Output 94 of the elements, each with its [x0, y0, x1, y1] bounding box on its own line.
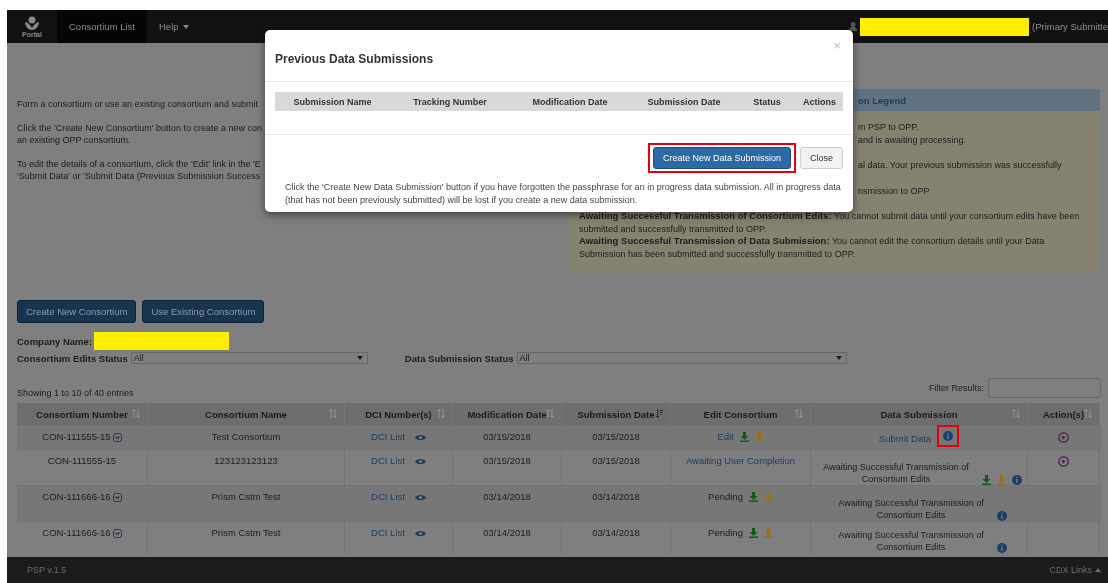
play-circle-icon[interactable]: [1058, 456, 1069, 467]
nav-tab[interactable]: Help: [147, 10, 201, 43]
legend-title: on Legend: [858, 94, 907, 106]
date-text: 03/14/2018: [483, 527, 531, 538]
column-header[interactable]: Modification Date: [510, 96, 630, 107]
eye-icon[interactable]: [414, 494, 426, 501]
date-text: 03/14/2018: [592, 491, 640, 502]
nav-tab[interactable]: Consortium List: [57, 10, 147, 43]
legend-entry: Awaiting Successful Transmission of Data Submission: You cannot edit the consortium details until your Data Submission has been submitted and successfully transmitted to OPP.: [579, 235, 1046, 260]
column-header[interactable]: Submission Date: [562, 403, 671, 425]
date-text: 03/14/2018: [483, 491, 531, 502]
modal-note: Click the 'Create New Data Submission' button if you have forgotten the passphrase for an in progress data submission. All in progress data (that has not been previously submitted) will be lost if you create a new data submission.: [285, 181, 842, 206]
info-icon[interactable]: [997, 511, 1007, 521]
dci-list-link[interactable]: DCI List: [371, 527, 405, 538]
intro-text: To edit the details of a consortium, click the 'Edit' link in the 'E: [17, 157, 261, 170]
eye-icon[interactable]: [414, 458, 426, 465]
column-header[interactable]: Action(s): [1028, 403, 1100, 425]
eye-icon[interactable]: [414, 434, 426, 441]
column-header[interactable]: Submission Name: [275, 96, 390, 107]
status-dropdown[interactable]: All: [130, 352, 368, 364]
caret-icon: [356, 356, 363, 360]
caret-icon: [1095, 568, 1101, 572]
consortium-name: Test Consortium: [211, 431, 281, 442]
status-dropdown[interactable]: All: [516, 352, 847, 364]
filter-label: Consortium Edits Status: [17, 352, 128, 364]
chevron-square-icon[interactable]: [112, 433, 122, 442]
legend-text: and is awaiting processing.: [858, 133, 967, 146]
dci-list-link[interactable]: DCI List: [371, 491, 405, 502]
status-text: Pending: [708, 527, 743, 538]
action-button[interactable]: Use Existing Consortium: [142, 300, 265, 323]
download-icon[interactable]: [739, 432, 749, 443]
status-text: Awaiting Successful Transmission of Consortium Edits: [822, 461, 970, 485]
column-header[interactable]: Edit Consortium: [671, 403, 811, 425]
column-header[interactable]: Submission Date: [630, 96, 738, 107]
column-header[interactable]: Actions: [796, 96, 843, 107]
status-text: Awaiting Successful Transmission of Consortium Edits: [837, 529, 985, 553]
caret-icon: [835, 356, 842, 360]
edit-link[interactable]: Awaiting User Completion: [685, 455, 796, 466]
version-text: PSP v.1.5: [27, 565, 67, 575]
date-text: 03/15/2018: [483, 431, 531, 442]
status-text: Pending: [708, 491, 743, 502]
consortium-number: CON-111555-15: [47, 455, 117, 466]
action-button[interactable]: Create New Consortium: [17, 300, 137, 323]
column-header[interactable]: Data Submission: [811, 403, 1028, 425]
modal-title: Previous Data Submissions: [275, 51, 434, 66]
column-header[interactable]: Consortium Number: [17, 403, 148, 425]
download-icon[interactable]: [748, 528, 758, 539]
download-icon[interactable]: [982, 475, 991, 485]
user-icon: [849, 22, 857, 31]
column-header[interactable]: Status: [738, 96, 796, 107]
consortium-name: 123123123123: [214, 455, 278, 466]
consortium-number: CON-111555-15: [42, 431, 111, 442]
info-icon[interactable]: [937, 425, 960, 447]
close-button[interactable]: Close: [800, 147, 843, 169]
column-header[interactable]: DCI Number(s): [345, 403, 453, 425]
logo-icon: [24, 15, 40, 30]
intro-text: an existing OPP consortium.: [17, 134, 131, 147]
date-text: 03/15/2018: [592, 455, 640, 466]
submit-data-link[interactable]: Submit Data: [878, 432, 932, 444]
column-header[interactable]: Consortium Name: [148, 403, 345, 425]
filter-label: Filter Results:: [929, 383, 984, 393]
legend-text: nsmission to OPP: [858, 184, 930, 197]
column-header[interactable]: Modification Date: [453, 403, 562, 425]
user-role[interactable]: (Primary Submitte: [1032, 21, 1108, 32]
company-name-label: Company Name:: [17, 335, 92, 347]
date-text: 03/14/2018: [592, 527, 640, 538]
chevron-square-icon[interactable]: [112, 493, 122, 502]
entries-info: Showing 1 to 10 of 40 entries: [17, 388, 134, 398]
chevron-square-icon[interactable]: [112, 529, 122, 538]
consortium-number: CON-111666-16: [42, 491, 111, 502]
eye-icon[interactable]: [414, 530, 426, 537]
play-circle-icon[interactable]: [1058, 432, 1069, 443]
intro-text: Form a consortium or use an existing consortium and submit: [17, 98, 259, 111]
column-header[interactable]: Tracking Number: [390, 96, 510, 107]
edit-link[interactable]: Edit: [717, 431, 734, 442]
download-icon[interactable]: [748, 492, 758, 503]
date-text: 03/15/2018: [592, 431, 640, 442]
filter-label: Data Submission Status: [404, 352, 514, 364]
cdx-links-menu[interactable]: CDX Links: [1049, 565, 1101, 575]
consortium-name: Prism Cstm Test: [211, 527, 281, 538]
consortium-number: CON-111666-16: [42, 527, 111, 538]
consortium-name: Prism Cstm Test: [211, 491, 281, 502]
legend-text: m PSP to OPP.: [858, 121, 919, 134]
dci-list-link[interactable]: DCI List: [371, 431, 405, 442]
info-icon[interactable]: [997, 543, 1007, 553]
date-text: 03/15/2018: [483, 455, 531, 466]
info-icon[interactable]: [1012, 475, 1022, 485]
intro-text: Click the 'Create New Consortium' button to create a new con: [17, 121, 263, 134]
legend-entry: Awaiting Successful Transmission of Consortium Edits: You cannot submit data until your consortium edits have been submitted and successfully transmitted to OPP.: [579, 210, 1081, 235]
legend-text: al data. Your previous submission was successfully: [858, 159, 1062, 172]
intro-text: 'Submit Data' or 'Submit Data (Previous Submission Success: [17, 170, 261, 183]
status-text: Awaiting Successful Transmission of Consortium Edits: [837, 497, 985, 521]
create-submission-button[interactable]: Create New Data Submission: [647, 143, 796, 173]
dci-list-link[interactable]: DCI List: [371, 455, 405, 466]
